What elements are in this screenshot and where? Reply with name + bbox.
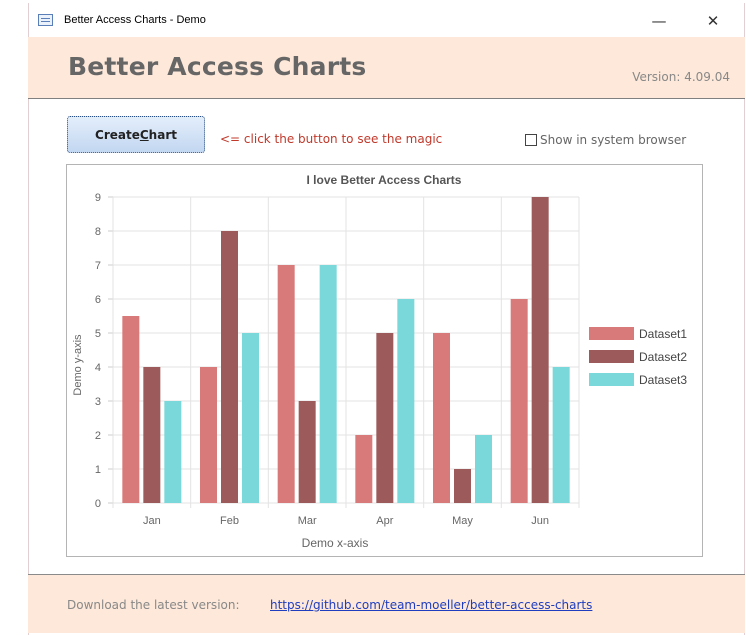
legend-swatch [589, 327, 634, 340]
create-chart-accelerator: C [139, 127, 149, 142]
chart-title: I love Better Access Charts [307, 173, 462, 187]
bar-dataset2-apr [376, 333, 394, 503]
checkbox-box[interactable] [525, 134, 537, 146]
x-tick-label: Mar [298, 515, 317, 527]
bar-dataset3-feb [242, 333, 259, 503]
download-label: Download the latest version: [67, 598, 240, 612]
bar-dataset3-apr [397, 299, 415, 503]
legend-label: Dataset2 [639, 350, 687, 364]
bar-dataset2-jan [143, 367, 161, 503]
create-chart-label-prefix: Create [95, 127, 140, 142]
y-tick-label: 9 [95, 192, 101, 204]
window-title: Better Access Charts - Demo [64, 14, 206, 26]
bar-dataset2-feb [221, 231, 238, 503]
y-tick-label: 6 [95, 294, 101, 306]
bar-dataset3-jun [552, 367, 570, 503]
y-tick-label: 3 [95, 396, 101, 408]
y-axis-ticks: 0 1 2 3 4 5 6 7 8 9 [95, 192, 101, 510]
close-button[interactable]: ✕ [698, 9, 728, 33]
app-title: Better Access Charts [68, 52, 367, 81]
x-tick-label: May [452, 515, 473, 527]
x-axis-ticks: Jan Feb Mar Apr May Jun [143, 515, 549, 527]
bar-dataset1-apr [355, 435, 373, 503]
bar-dataset1-mar [277, 265, 295, 503]
x-tick-label: Apr [376, 515, 393, 527]
y-tick-label: 8 [95, 226, 101, 238]
y-tick-label: 7 [95, 260, 101, 272]
legend-label: Dataset3 [639, 373, 687, 387]
title-bar: Better Access Charts - Demo — ✕ [29, 3, 744, 40]
bar-dataset1-may [433, 333, 450, 503]
x-tick-label: Jun [531, 515, 549, 527]
y-axis-label: Demo y-axis [72, 334, 84, 396]
hint-text: <= click the button to see the magic [220, 132, 443, 146]
github-link[interactable]: https://github.com/team-moeller/better-a… [270, 598, 592, 612]
system-browser-checkbox[interactable]: Show in system browser [525, 133, 686, 147]
y-tick-label: 4 [95, 362, 101, 374]
bar-chart: I love Better Access Charts 0 1 2 3 4 5 6 7 8 9 J… [72, 173, 687, 550]
version-label: Version: 4.09.04 [632, 70, 730, 84]
legend-label: Dataset1 [639, 327, 687, 341]
legend-swatch [589, 373, 634, 386]
create-chart-button[interactable]: Create Chart [67, 116, 205, 153]
bar-dataset3-mar [319, 265, 337, 503]
bar-dataset2-mar [298, 401, 316, 503]
bar-dataset3-may [475, 435, 492, 503]
bar-dataset1-jan [122, 316, 140, 503]
bar-dataset1-feb [200, 367, 217, 503]
system-browser-label: Show in system browser [540, 133, 687, 147]
y-tick-label: 1 [95, 464, 101, 476]
x-tick-label: Jan [143, 515, 161, 527]
create-chart-label-suffix: hart [148, 127, 177, 142]
y-tick-label: 2 [95, 430, 101, 442]
x-axis-label: Demo x-axis [302, 536, 369, 550]
chart-container: I love Better Access Charts 0 1 2 3 4 5 6 7 8 9 J… [66, 164, 703, 557]
bar-dataset2-may [454, 469, 471, 503]
minimize-button[interactable]: — [644, 9, 674, 33]
bar-dataset1-jun [510, 299, 528, 503]
legend-swatch [589, 350, 634, 363]
y-tick-label: 5 [95, 328, 101, 340]
bar-dataset2-jun [531, 197, 549, 503]
x-tick-label: Feb [220, 515, 239, 527]
y-tick-label: 0 [95, 498, 101, 510]
access-form-icon [38, 14, 53, 26]
bar-dataset3-jan [164, 401, 182, 503]
chart-legend: Dataset1 Dataset2 Dataset3 [589, 327, 687, 387]
